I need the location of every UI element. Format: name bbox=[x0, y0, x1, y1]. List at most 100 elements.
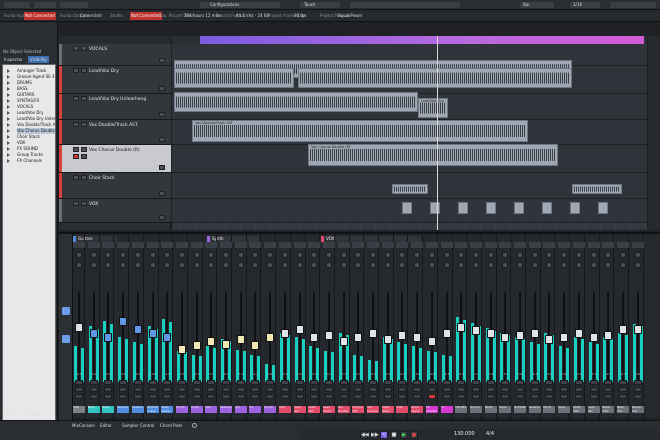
rewind-icon[interactable]: ◀◀ bbox=[360, 431, 369, 439]
read-automation-button[interactable] bbox=[159, 165, 165, 170]
settings-icon[interactable] bbox=[192, 423, 197, 428]
vertical-scrollbar[interactable] bbox=[648, 36, 660, 230]
tab-track[interactable]: Track bbox=[3, 410, 17, 417]
mute-button[interactable] bbox=[148, 380, 157, 385]
record-button[interactable] bbox=[163, 394, 172, 399]
record-button[interactable] bbox=[104, 394, 113, 399]
gain-knob[interactable] bbox=[605, 262, 612, 268]
audio-event[interactable] bbox=[598, 202, 608, 214]
pan-knob[interactable] bbox=[296, 252, 303, 258]
expand-triangle-icon[interactable] bbox=[7, 135, 10, 139]
channel-name[interactable]: Lead Dbl bbox=[308, 406, 321, 413]
volume-fader[interactable] bbox=[501, 333, 510, 342]
volume-fader[interactable] bbox=[104, 333, 113, 342]
channel-name[interactable]: BASS bbox=[484, 406, 497, 413]
channel-input-header[interactable] bbox=[514, 242, 526, 248]
record-button[interactable] bbox=[295, 394, 304, 399]
pan-knob[interactable] bbox=[414, 252, 421, 258]
expand-triangle-icon[interactable] bbox=[7, 75, 10, 79]
pan-knob[interactable] bbox=[223, 252, 229, 258]
audio-event[interactable] bbox=[430, 202, 440, 214]
expand-triangle-icon[interactable] bbox=[7, 69, 10, 73]
mute-button[interactable] bbox=[73, 96, 79, 101]
channel-name[interactable]: Bass bbox=[499, 406, 512, 413]
solo-button[interactable] bbox=[530, 387, 539, 392]
pan-knob[interactable] bbox=[76, 252, 82, 258]
record-button[interactable] bbox=[633, 394, 642, 399]
mute-button[interactable] bbox=[324, 380, 333, 385]
mute-button[interactable] bbox=[207, 380, 216, 385]
channel-name[interactable]: BACK VOX bbox=[602, 406, 615, 413]
mute-button[interactable] bbox=[354, 380, 363, 385]
volume-fader[interactable] bbox=[310, 333, 319, 342]
track-header[interactable]: Lead/Vox Dry Unlearheng bbox=[59, 94, 171, 120]
pan-knob[interactable] bbox=[399, 252, 406, 258]
volume-fader[interactable] bbox=[574, 328, 583, 338]
record-button[interactable] bbox=[560, 394, 569, 399]
gain-knob[interactable] bbox=[105, 262, 112, 268]
track-name[interactable]: Vox Chorus Double (R) bbox=[89, 148, 140, 153]
gain-knob[interactable] bbox=[164, 262, 171, 268]
mute-button[interactable] bbox=[604, 380, 613, 385]
channel-input-header[interactable] bbox=[381, 242, 394, 248]
pan-knob[interactable] bbox=[134, 252, 141, 258]
solo-button[interactable] bbox=[81, 96, 87, 101]
mute-button[interactable] bbox=[73, 46, 79, 51]
volume-fader[interactable] bbox=[177, 345, 186, 355]
solo-button[interactable] bbox=[192, 387, 201, 392]
channel-input-header[interactable] bbox=[616, 242, 629, 248]
channel-input-header[interactable] bbox=[73, 242, 85, 248]
gain-knob[interactable] bbox=[252, 262, 259, 268]
touch-select[interactable]: Touch bbox=[300, 2, 340, 8]
mute-button[interactable] bbox=[177, 380, 186, 385]
time-signature-display[interactable]: 4/4 bbox=[486, 431, 494, 437]
audio-event[interactable] bbox=[174, 68, 294, 88]
pan-knob[interactable] bbox=[90, 252, 97, 258]
lower-zone-tab[interactable]: MixConsole bbox=[72, 422, 95, 429]
audio-event[interactable] bbox=[458, 202, 468, 214]
volume-fader[interactable] bbox=[413, 333, 422, 342]
gain-knob[interactable] bbox=[531, 262, 538, 268]
audio-event[interactable] bbox=[174, 92, 418, 112]
solo-button[interactable] bbox=[75, 387, 83, 392]
volume-fader[interactable] bbox=[266, 333, 275, 342]
snap-tools[interactable] bbox=[350, 2, 460, 8]
mute-button[interactable] bbox=[163, 380, 172, 385]
solo-button[interactable] bbox=[163, 387, 172, 392]
solo-button[interactable] bbox=[104, 387, 113, 392]
pan-knob[interactable] bbox=[605, 252, 612, 258]
record-button[interactable] bbox=[413, 394, 422, 399]
channel-name[interactable]: FX bbox=[249, 406, 262, 413]
toolbar-tools-group[interactable] bbox=[60, 2, 88, 8]
expand-triangle-icon[interactable] bbox=[7, 123, 10, 127]
stop-icon[interactable]: ■ bbox=[390, 431, 398, 439]
project-area[interactable]: Lead/Vox Dry Vox Double/Track AST Vox Chor… bbox=[172, 44, 647, 230]
volume-fader[interactable] bbox=[383, 334, 392, 344]
record-button[interactable] bbox=[604, 394, 613, 399]
volume-fader[interactable] bbox=[369, 328, 377, 338]
channel-input-header[interactable] bbox=[87, 242, 100, 248]
expand-triangle-icon[interactable] bbox=[7, 153, 10, 157]
channel-input-header[interactable] bbox=[234, 242, 247, 248]
gain-knob[interactable] bbox=[517, 262, 523, 268]
record-button[interactable] bbox=[589, 394, 598, 399]
expand-triangle-icon[interactable] bbox=[7, 81, 10, 85]
record-button[interactable] bbox=[545, 394, 554, 399]
cycle-icon[interactable]: ⟲ bbox=[380, 431, 388, 439]
pan-knob[interactable] bbox=[120, 252, 127, 258]
gain-knob[interactable] bbox=[267, 262, 274, 268]
pan-knob[interactable] bbox=[164, 252, 171, 258]
volume-fader[interactable] bbox=[398, 331, 407, 341]
mute-button[interactable] bbox=[310, 380, 319, 385]
record-button[interactable] bbox=[222, 394, 230, 399]
pan-knob[interactable] bbox=[384, 252, 391, 258]
volume-fader[interactable] bbox=[119, 316, 128, 326]
pan-knob[interactable] bbox=[237, 252, 244, 258]
tab-visibility[interactable]: Visibility bbox=[28, 56, 49, 63]
pan-knob[interactable] bbox=[561, 252, 568, 258]
record-button[interactable] bbox=[530, 394, 539, 399]
channel-name[interactable]: Guitars bbox=[117, 406, 130, 413]
record-button[interactable] bbox=[442, 394, 451, 399]
record-button[interactable] bbox=[133, 394, 142, 399]
read-automation-button[interactable] bbox=[159, 215, 165, 220]
